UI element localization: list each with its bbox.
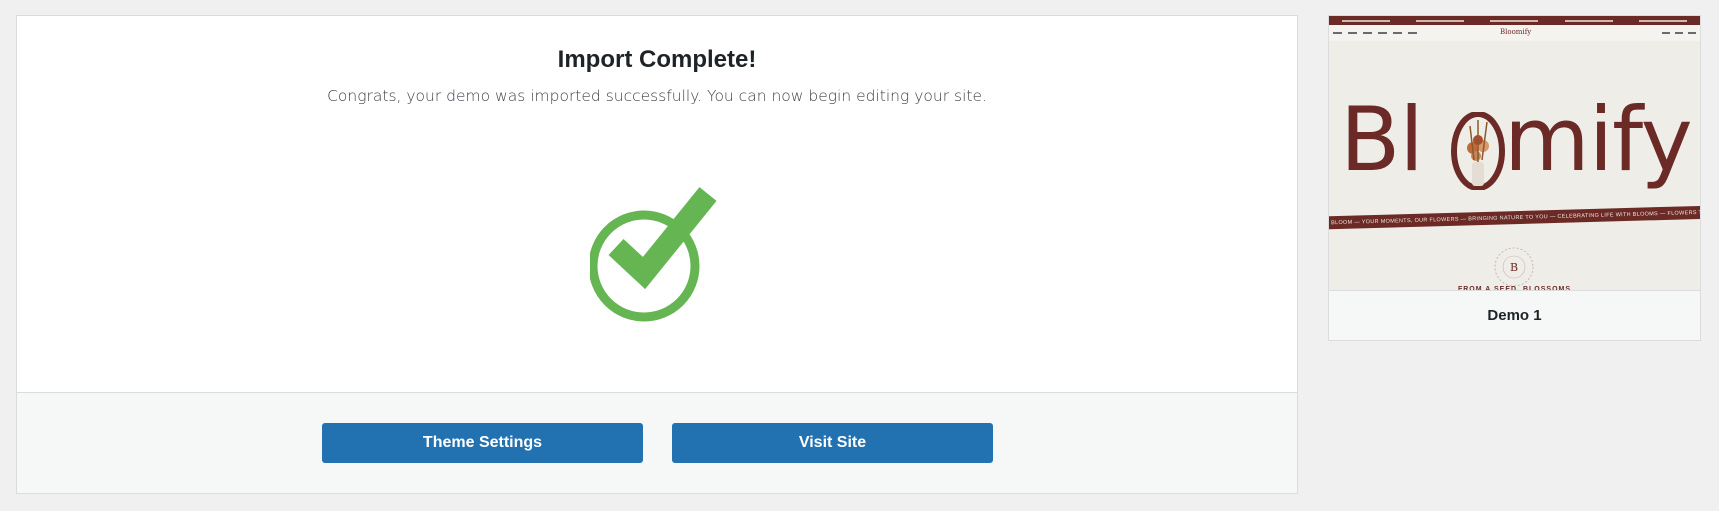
- visit-site-button[interactable]: Visit Site: [672, 423, 993, 463]
- preview-brand-text: Bl mify: [1340, 88, 1693, 191]
- demo-preview-image[interactable]: Bloomify Bl mify BLOOM — YOUR MOMENTS, OU…: [1329, 16, 1700, 290]
- preview-circular-badge: B: [1494, 247, 1534, 287]
- checkmark-success-icon: [590, 187, 717, 322]
- preview-marquee-ribbon: BLOOM — YOUR MOMENTS, OUR FLOWERS — BRIN…: [1329, 205, 1700, 230]
- preview-top-bar: [1329, 16, 1700, 25]
- badge-letter: B: [1510, 261, 1518, 274]
- success-message: Congrats, your demo was imported success…: [327, 87, 987, 105]
- import-complete-panel: Import Complete! Congrats, your demo was…: [16, 15, 1298, 494]
- demo-name-label: Demo 1: [1329, 290, 1700, 340]
- flower-vase-icon: [1451, 112, 1505, 190]
- preview-nav-bar: Bloomify: [1329, 25, 1700, 41]
- demo-card[interactable]: Bloomify Bl mify BLOOM — YOUR MOMENTS, OU…: [1328, 15, 1701, 341]
- theme-settings-button[interactable]: Theme Settings: [322, 423, 643, 463]
- page-title: Import Complete!: [557, 46, 757, 73]
- preview-logo: Bloomify: [1500, 28, 1532, 36]
- action-footer: Theme Settings Visit Site: [17, 392, 1297, 493]
